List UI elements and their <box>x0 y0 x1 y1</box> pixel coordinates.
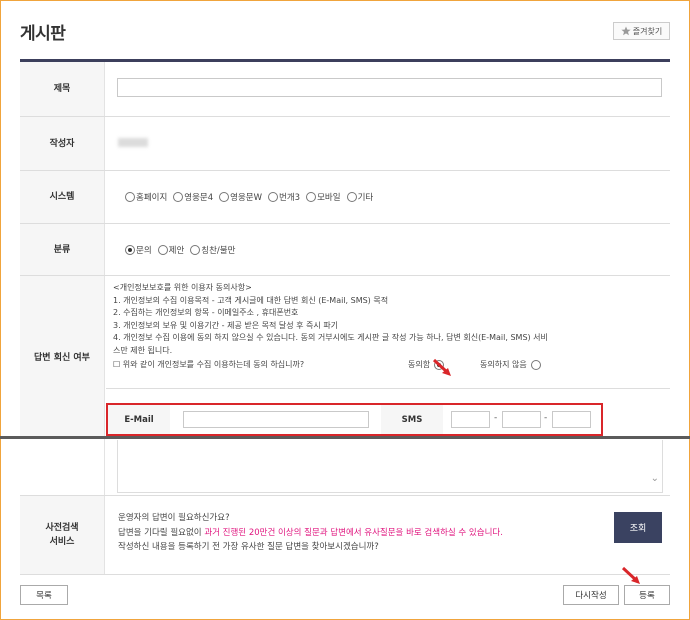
chevron-down-icon[interactable]: ⌄ <box>651 473 659 484</box>
disagree-option[interactable]: 동의하지 않음 <box>480 359 542 372</box>
contact-box: E-Mail SMS - - <box>106 403 603 436</box>
consent-line: 2. 수집하는 개인정보의 항목 - 이메일주소 , 휴대폰번호 <box>113 308 299 317</box>
consent-text: <개인정보보호를 위한 이용자 동의사항> 1. 개인정보의 수집 이용목적 -… <box>113 282 665 371</box>
consent-line: <개인정보보호를 위한 이용자 동의사항> <box>113 283 252 292</box>
presearch-line3: 작성하신 내용을 등록하기 전 가장 유사한 질문 답변을 찾아보시겠습니까? <box>118 542 379 552</box>
dash: - <box>494 413 498 423</box>
radio-icon <box>306 192 317 202</box>
category-option-inquiry[interactable]: 문의 <box>125 244 152 256</box>
presearch-label: 사전검색 서비스 <box>20 496 105 574</box>
radio-icon <box>125 245 135 255</box>
consent-line: 4. 개인정보 수집 이용에 동의 하지 않으실 수 있습니다. 동의 거부시에… <box>113 333 548 342</box>
system-label: 시스템 <box>20 171 105 223</box>
presearch-text: 운영자의 답변이 필요하신가요? 답변을 기다릴 필요없이 과거 진행된 20만… <box>118 511 503 555</box>
sms-label: SMS <box>381 405 443 434</box>
sms-input-1[interactable] <box>451 411 490 428</box>
radio-icon <box>219 192 230 202</box>
submit-button[interactable]: 등록 <box>624 585 670 605</box>
subject-input[interactable] <box>117 78 662 97</box>
email-label: E-Mail <box>108 405 170 434</box>
inner-divider <box>106 388 670 389</box>
content-textarea[interactable]: ⌄ <box>117 440 663 493</box>
subject-row: 제목 <box>20 62 670 117</box>
category-option-complaint[interactable]: 칭찬/불만 <box>190 244 235 256</box>
reply-row: 답변 회신 여부 <개인정보보호를 위한 이용자 동의사항> 1. 개인정보의 … <box>20 276 670 439</box>
dash: - <box>544 413 548 423</box>
consent-line: 3. 개인정보의 보유 및 이용기간 - 제공 받은 목적 달성 후 즉시 파기 <box>113 320 339 330</box>
author-label: 작성자 <box>20 117 105 170</box>
page-title: 게시판 <box>20 24 66 44</box>
author-name-blurred <box>118 138 148 147</box>
radio-icon <box>346 192 357 202</box>
radio-icon <box>125 192 135 202</box>
radio-icon <box>157 245 168 255</box>
search-button[interactable]: 조회 <box>614 512 662 543</box>
category-label: 분류 <box>20 224 105 275</box>
system-option[interactable]: 모바일 <box>306 191 341 203</box>
system-option[interactable]: 영웅문W <box>219 191 262 203</box>
list-button[interactable]: 목록 <box>20 585 68 605</box>
reply-label: 답변 회신 여부 <box>20 276 105 439</box>
favorite-button[interactable]: 즐겨찾기 <box>613 22 670 40</box>
agree-question: ☐ 위와 같이 개인정보를 수집 이용하는데 동의 하십니까? <box>113 360 305 369</box>
pointer-arrow-icon <box>432 358 451 376</box>
radio-icon <box>530 360 541 371</box>
system-option[interactable]: 영웅문4 <box>173 191 213 203</box>
star-icon <box>621 26 631 36</box>
sms-input-2[interactable] <box>502 411 541 428</box>
consent-line: 스만 제한 됩니다. <box>113 345 173 355</box>
category-options: 문의 제안 칭찬/불만 <box>125 244 241 256</box>
favorite-label: 즐겨찾기 <box>632 26 663 36</box>
category-option-suggestion[interactable]: 제안 <box>157 244 184 256</box>
radio-icon <box>268 192 279 202</box>
system-option[interactable]: 번개3 <box>268 191 300 203</box>
pointer-arrow-icon <box>621 566 640 584</box>
subject-label: 제목 <box>20 62 105 116</box>
author-row: 작성자 <box>20 117 670 171</box>
presearch-line1: 운영자의 답변이 필요하신가요? <box>118 513 230 523</box>
radio-icon <box>173 192 184 202</box>
sms-input-3[interactable] <box>552 411 591 428</box>
email-input[interactable] <box>183 411 369 428</box>
label-column-line <box>104 439 105 495</box>
presearch-row: 사전검색 서비스 운영자의 답변이 필요하신가요? 답변을 기다릴 필요없이 과… <box>20 495 670 575</box>
presearch-line2: 답변을 기다릴 필요없이 과거 진행된 20만건 이상의 질문과 답변에서 유사… <box>118 527 503 538</box>
category-row: 분류 문의 제안 칭찬/불만 <box>20 224 670 276</box>
system-options: 홈페이지 영웅문4 영웅문W 번개3 모바일 기타 <box>125 191 379 203</box>
rewrite-button[interactable]: 다시작성 <box>563 585 619 605</box>
consent-line: 1. 개인정보의 수집 이용목적 - 고객 게시글에 대한 답변 회신 (E-M… <box>113 295 389 305</box>
post-form: 제목 작성자 시스템 홈페이지 영웅문4 영웅문W 번개3 모바일 기타 분류 … <box>20 59 670 439</box>
system-row: 시스템 홈페이지 영웅문4 영웅문W 번개3 모바일 기타 <box>20 171 670 224</box>
system-option[interactable]: 홈페이지 <box>125 191 167 203</box>
agree-line: ☐ 위와 같이 개인정보를 수집 이용하는데 동의 하십니까? 동의함 동의하지… <box>113 357 665 371</box>
radio-icon <box>190 245 201 255</box>
system-option[interactable]: 기타 <box>346 191 373 203</box>
